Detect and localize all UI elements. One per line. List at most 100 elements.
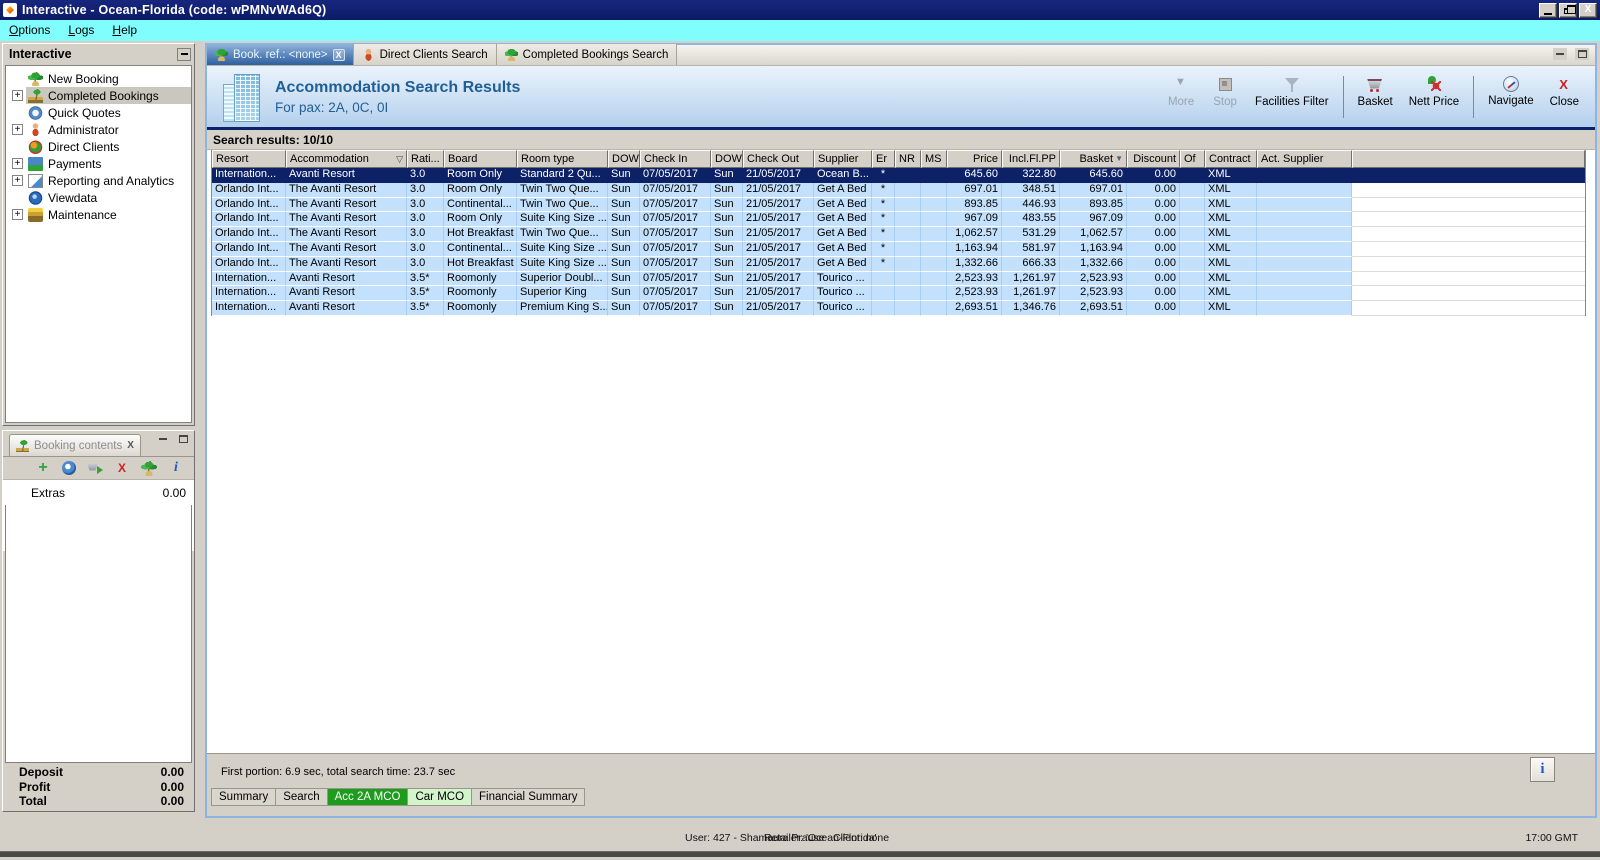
table-row[interactable]: Internation... Avanti Resort 3.5* Roomonly S… (212, 286, 1585, 302)
table-row[interactable]: Internation... Avanti Resort 3.5* Roomonly S… (212, 271, 1585, 287)
expander-icon[interactable] (12, 209, 23, 220)
sidebar-item-maintenance[interactable]: Maintenance (6, 206, 191, 223)
filter-funnel-icon[interactable]: ▽ (396, 154, 403, 164)
delete-icon[interactable] (114, 461, 130, 476)
table-cell: 0.00 (1127, 212, 1180, 228)
bottom-tab-search[interactable]: Search (276, 788, 328, 806)
booking-contents-title: Booking contents (34, 439, 123, 452)
expander-icon[interactable] (12, 124, 23, 135)
column-header-basket[interactable]: Basket ▼ (1060, 150, 1127, 168)
bottom-tab-label: Search (283, 791, 320, 803)
table-cell-filler (1352, 271, 1585, 287)
table-cell: Internation... (212, 301, 286, 316)
toolbar-button-label: More (1167, 95, 1195, 108)
tab-completed-bookings-search[interactable]: Completed Bookings Search (496, 44, 678, 65)
booking-contents-tab[interactable]: Booking contents X (9, 434, 141, 456)
close-tab-icon[interactable]: X (332, 48, 345, 61)
tab-direct-clients-search[interactable]: Direct Clients Search (353, 44, 497, 65)
table-row[interactable]: Internation... Avanti Resort 3.0 Room Only S… (212, 168, 1585, 183)
table-cell: 3.0 (407, 197, 444, 213)
holiday-icon[interactable] (141, 460, 157, 476)
column-header-ms[interactable]: MS (921, 150, 947, 168)
close-booking-contents-icon[interactable]: X (127, 440, 134, 451)
menu-item-options[interactable]: Options (0, 20, 59, 41)
table-row[interactable]: Orlando Int... The Avanti Resort 3.0 Room O… (212, 182, 1585, 198)
bottom-tab-label: Financial Summary (479, 791, 578, 803)
table-row[interactable]: Internation... Avanti Resort 3.5* Roomonly P… (212, 301, 1585, 316)
panel-minimize-button[interactable] (156, 433, 170, 445)
basket-button[interactable]: Basket (1350, 74, 1401, 120)
bottom-tab-summary[interactable]: Summary (211, 788, 277, 806)
table-row[interactable]: Orlando Int... The Avanti Resort 3.0 Contin… (212, 241, 1585, 257)
info-icon[interactable] (168, 461, 184, 476)
column-header-dow[interactable]: DOW (711, 150, 743, 168)
column-header-label: Discount (1133, 153, 1176, 165)
table-row[interactable]: Orlando Int... The Avanti Resort 3.0 Room O… (212, 212, 1585, 228)
info-button[interactable] (1530, 757, 1555, 782)
minimize-button[interactable] (1539, 2, 1557, 18)
expander-icon[interactable] (12, 158, 23, 169)
column-header-board[interactable]: Board (444, 150, 517, 168)
menu-item-logs[interactable]: Logs (59, 20, 103, 41)
sidebar-item-label: Maintenance (48, 207, 117, 222)
tab-book-ref-none[interactable]: Book. ref.: <none> X (207, 44, 354, 65)
restore-button[interactable] (1559, 2, 1577, 18)
column-header-room-type[interactable]: Room type (517, 150, 608, 168)
column-header-label: Er (876, 153, 887, 165)
expander-icon[interactable] (12, 175, 23, 186)
bottom-tab-label: Summary (219, 791, 269, 803)
navigate-button[interactable]: Navigate (1480, 74, 1541, 120)
add-icon[interactable] (35, 461, 51, 476)
panel-maximize-button[interactable] (176, 433, 190, 445)
column-header-rati[interactable]: Rati... (407, 150, 444, 168)
sidebar-item-quick-quotes[interactable]: Quick Quotes (6, 104, 191, 121)
bottom-tab-car-mco[interactable]: Car MCO (408, 788, 473, 806)
quote-icon[interactable] (62, 461, 76, 475)
table-cell: * (872, 168, 895, 183)
table-cell: 0.00 (1127, 286, 1180, 302)
column-header-check-out[interactable]: Check Out (743, 150, 814, 168)
column-header-incl-fl-pp[interactable]: Incl.Fl.PP (1002, 150, 1060, 168)
sidebar-item-reporting-and-analytics[interactable]: Reporting and Analytics (6, 172, 191, 189)
table-row[interactable]: Orlando Int... The Avanti Resort 3.0 Hot Br… (212, 227, 1585, 242)
sidebar-item-viewdata[interactable]: Viewdata (6, 189, 191, 206)
column-header-accommodation[interactable]: Accommodation ▽ (286, 150, 407, 168)
column-header-contract[interactable]: Contract (1205, 150, 1257, 168)
column-header-price[interactable]: Price (947, 150, 1002, 168)
column-header-resort[interactable]: Resort (212, 150, 286, 168)
table-row[interactable]: Orlando Int... The Avanti Resort 3.0 Hot Br… (212, 256, 1585, 272)
main-panel-maximize-button[interactable] (1575, 48, 1589, 60)
bottom-tab-acc-2a-mco[interactable]: Acc 2A MCO (327, 788, 409, 806)
sidebar-item-completed-bookings[interactable]: Completed Bookings (6, 87, 191, 104)
table-row[interactable]: Orlando Int... The Avanti Resort 3.0 Contin… (212, 197, 1585, 213)
bottom-tab-financial-summary[interactable]: Financial Summary (472, 788, 586, 806)
sidebar-item-payments[interactable]: Payments (6, 155, 191, 172)
collapse-panel-button[interactable] (177, 47, 191, 61)
column-header-discount[interactable]: Discount (1127, 150, 1180, 168)
expander-icon[interactable] (12, 90, 23, 101)
column-header-check-in[interactable]: Check In (640, 150, 711, 168)
menu-item-help[interactable]: Help (103, 20, 146, 41)
table-cell: Get A Bed (814, 212, 872, 228)
toolbar-button-label: Stop (1213, 95, 1237, 108)
sidebar-item-direct-clients[interactable]: Direct Clients (6, 138, 191, 155)
column-header-nr[interactable]: NR (895, 150, 921, 168)
sidebar-item-administrator[interactable]: Administrator (6, 121, 191, 138)
close-button[interactable]: Close (1542, 74, 1587, 120)
main-panel-minimize-button[interactable] (1553, 48, 1567, 60)
column-header-supplier[interactable]: Supplier (814, 150, 872, 168)
basket-move-icon[interactable] (87, 461, 103, 476)
sidebar-item-new-booking[interactable]: New Booking (6, 70, 191, 87)
totals-value: 0.00 (160, 794, 184, 809)
totals-label: Deposit (19, 765, 64, 780)
facilities-filter-button[interactable]: Facilities Filter (1247, 74, 1336, 120)
column-header-er[interactable]: Er (872, 150, 895, 168)
column-header-dow[interactable]: DOW (608, 150, 640, 168)
close-window-button[interactable]: X (1579, 2, 1597, 18)
column-header-of[interactable]: Of (1180, 150, 1205, 168)
nett-price-button[interactable]: Nett Price (1401, 74, 1468, 120)
more-button[interactable]: More (1159, 74, 1203, 120)
column-header-act-supplier[interactable]: Act. Supplier (1257, 150, 1352, 168)
bottom-tab-label: Acc 2A MCO (334, 791, 401, 803)
stop-button[interactable]: Stop (1203, 74, 1247, 120)
